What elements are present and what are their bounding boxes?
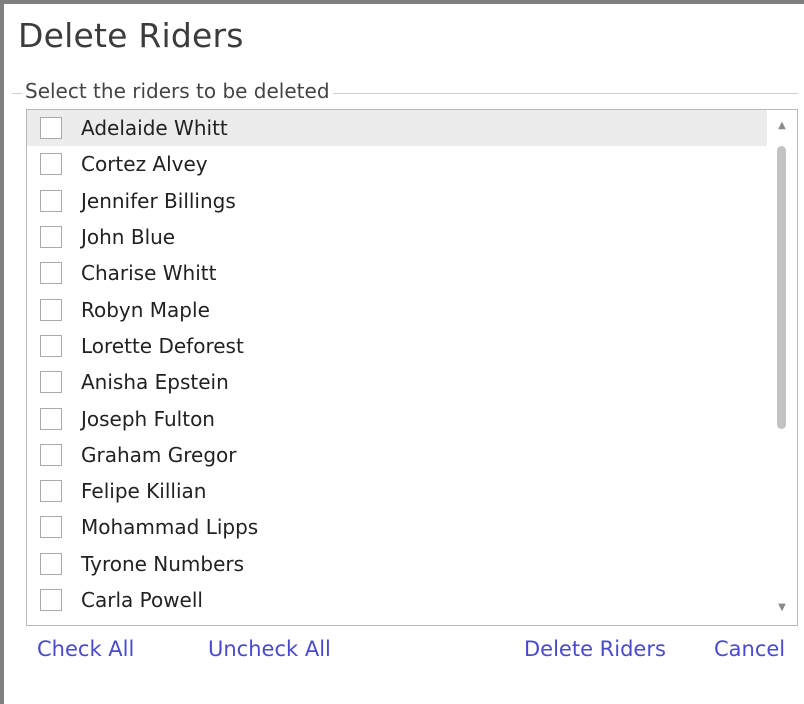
rider-checkbox[interactable] [40, 189, 62, 212]
rider-row[interactable]: Tyrone Numbers [27, 546, 767, 582]
rider-row[interactable]: Graham Gregor [27, 437, 767, 473]
rider-name: Felipe Killian [81, 479, 207, 504]
rider-checkbox[interactable] [40, 589, 62, 611]
riders-checklist[interactable]: Adelaide Whitt Cortez Alvey Jennifer Billi… [26, 109, 798, 626]
rider-checkbox[interactable] [40, 371, 62, 394]
rider-checkbox[interactable] [40, 407, 62, 430]
scroll-up-arrow-icon[interactable]: ▲ [767, 120, 797, 131]
check-all-button[interactable]: Check All [37, 637, 134, 661]
rider-row[interactable]: Joseph Fulton [27, 400, 767, 436]
rider-name: Carla Powell [81, 588, 203, 612]
rider-name: Joseph Fulton [81, 406, 215, 431]
rider-row[interactable]: Cortez Alvey [27, 146, 767, 182]
rider-name: Jennifer Billings [81, 188, 236, 213]
riders-list: Adelaide Whitt Cortez Alvey Jennifer Billi… [27, 110, 767, 626]
rider-row[interactable]: Anisha Epstein [27, 364, 767, 400]
rider-row[interactable]: Felipe Killian [27, 473, 767, 509]
rider-row[interactable]: John Blue [27, 219, 767, 255]
uncheck-all-button[interactable]: Uncheck All [208, 637, 331, 661]
cancel-button[interactable]: Cancel [714, 637, 785, 661]
rider-name: Mohammad Lipps [81, 515, 259, 540]
rider-name: Anisha Epstein [81, 370, 229, 395]
rider-row[interactable]: Mohammad Lipps [27, 509, 767, 545]
group-box-caption: Select the riders to be deleted [22, 79, 333, 103]
rider-checkbox [40, 625, 62, 626]
rider-name: Adelaide Whitt [81, 116, 228, 141]
rider-row[interactable]: Lorette Deforest [27, 328, 767, 364]
rider-checkbox[interactable] [40, 298, 62, 321]
rider-name: Cortez Alvey [81, 152, 208, 177]
rider-name: John Blue [81, 225, 176, 250]
delete-riders-button[interactable]: Delete Riders [524, 637, 666, 661]
rider-row[interactable]: Carla Powell [27, 582, 767, 618]
rider-checkbox[interactable] [40, 226, 62, 249]
rider-checkbox[interactable] [40, 153, 62, 176]
scroll-down-arrow-icon[interactable]: ▼ [767, 602, 797, 613]
rider-name: Lorette Deforest [81, 333, 244, 358]
rider-row[interactable]: Jennifer Billings [27, 183, 767, 219]
vertical-scrollbar[interactable]: ▲ ▼ [767, 110, 797, 625]
rider-row-partial [27, 618, 767, 626]
rider-checkbox[interactable] [40, 480, 62, 503]
rider-checkbox[interactable] [40, 516, 62, 539]
scrollbar-thumb[interactable] [777, 146, 786, 429]
rider-checkbox[interactable] [40, 552, 62, 575]
rider-name: Tyrone Numbers [81, 551, 245, 576]
rider-checkbox[interactable] [40, 443, 62, 466]
rider-row[interactable]: Charise Whitt [27, 255, 767, 291]
rider-checkbox[interactable] [40, 262, 62, 285]
rider-checkbox[interactable] [40, 117, 62, 140]
rider-name: Robyn Maple [81, 297, 210, 322]
rider-name: Graham Gregor [81, 442, 237, 467]
dialog-title: Delete Riders [18, 16, 244, 55]
rider-row[interactable]: Adelaide Whitt [27, 110, 767, 147]
rider-name: Charise Whitt [81, 261, 217, 286]
rider-row[interactable]: Robyn Maple [27, 291, 767, 327]
rider-checkbox[interactable] [40, 334, 62, 357]
